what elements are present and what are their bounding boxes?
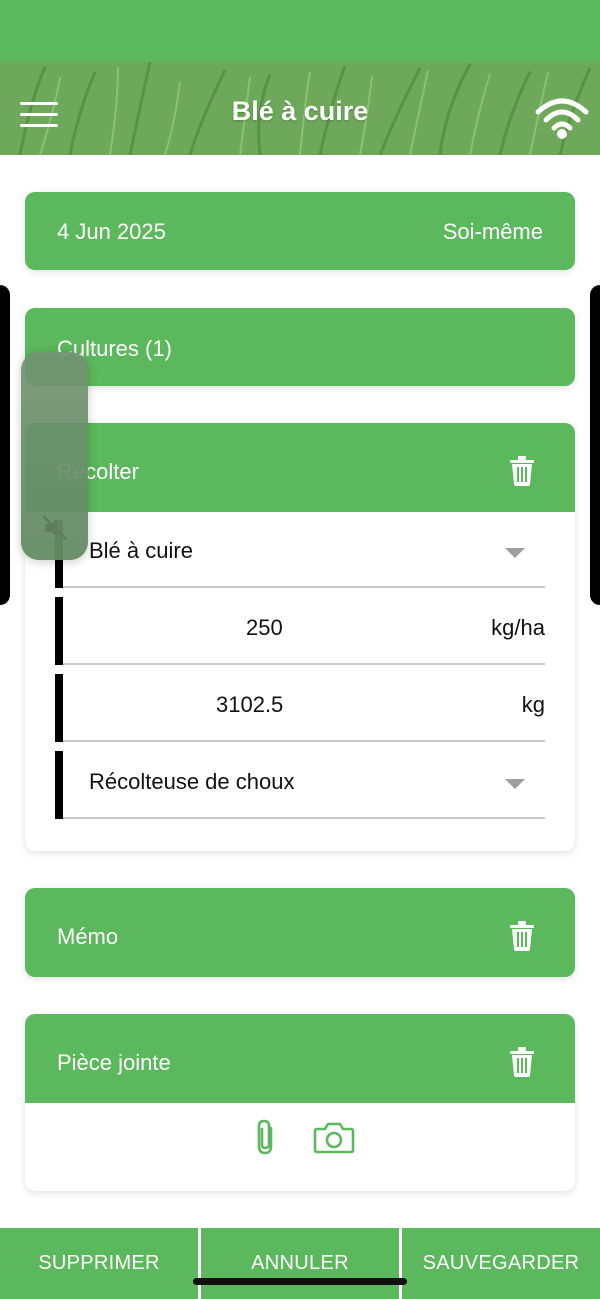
screen-edge: [0, 285, 10, 605]
paperclip-icon[interactable]: [253, 1118, 279, 1156]
home-indicator[interactable]: [193, 1278, 407, 1285]
yield-per-ha-field[interactable]: 250 kg/ha: [55, 597, 545, 665]
page-title: Blé à cuire: [231, 96, 369, 126]
date-operator-card[interactable]: 4 Jun 2025 Soi-même: [25, 192, 575, 270]
chevron-down-icon: [505, 779, 525, 789]
total-yield-field[interactable]: 3102.5 kg: [55, 674, 545, 742]
memo-label: Mémo: [57, 924, 119, 949]
camera-icon[interactable]: [313, 1120, 355, 1154]
yield-per-ha-value[interactable]: 250: [246, 615, 283, 641]
date-value[interactable]: 4 Jun 2025: [57, 219, 166, 245]
trash-icon[interactable]: [509, 921, 535, 951]
chevron-down-icon: [505, 548, 525, 558]
crop-select[interactable]: Blé à cuire: [55, 520, 545, 588]
trash-icon[interactable]: [509, 456, 535, 486]
delete-button[interactable]: SUPPRIMER: [0, 1228, 198, 1299]
speaker-muted-icon: [42, 515, 68, 541]
memo-card[interactable]: Mémo: [25, 888, 575, 977]
wifi-icon[interactable]: [534, 96, 590, 140]
status-bar: [0, 0, 600, 62]
save-button[interactable]: SAUVEGARDER: [402, 1228, 600, 1299]
equipment-select[interactable]: Récolteuse de choux: [55, 751, 545, 819]
attachment-label: Pièce jointe: [57, 1050, 171, 1075]
attachment-card: Pièce jointe: [25, 1014, 575, 1191]
cancel-button[interactable]: ANNULER: [201, 1228, 399, 1299]
app-header: Blé à cuire: [0, 62, 600, 155]
crop-select-value: Blé à cuire: [89, 538, 193, 563]
bottom-toolbar: SUPPRIMER ANNULER SAUVEGARDER: [0, 1228, 600, 1299]
total-yield-unit: kg: [521, 692, 545, 717]
total-yield-value[interactable]: 3102.5: [216, 692, 283, 718]
trash-icon[interactable]: [509, 1047, 535, 1077]
recolter-card: Récolter Blé à cuire 250 kg/ha 3102.5 kg…: [25, 423, 575, 851]
equipment-select-value: Récolteuse de choux: [89, 769, 295, 794]
cultures-card[interactable]: Cultures (1): [25, 308, 575, 386]
screen-edge: [590, 285, 600, 605]
operator-value[interactable]: Soi-même: [443, 219, 543, 245]
yield-per-ha-unit: kg/ha: [491, 615, 545, 640]
volume-hud: [21, 352, 88, 560]
